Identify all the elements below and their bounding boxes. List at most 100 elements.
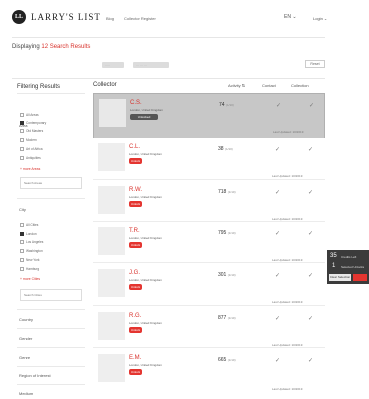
filter-section-genre[interactable]: Genre <box>19 355 30 360</box>
check-icon: ✓ <box>276 103 282 109</box>
last-updated: Last Updated: 10/2019 <box>273 130 304 134</box>
collector-name[interactable]: C.S. <box>130 100 142 106</box>
area-checkbox[interactable] <box>20 147 24 151</box>
collector-name[interactable]: E.M. <box>129 355 141 361</box>
filter-section-region[interactable]: Region of Interest <box>19 373 51 378</box>
check-icon: ✓ <box>275 190 281 196</box>
activity-unit: (1/10) <box>227 190 236 194</box>
unlock-button[interactable]: Unlock <box>129 284 142 290</box>
divider <box>17 366 85 367</box>
collector-location: London, United Kingdom <box>130 108 164 112</box>
check-icon: ✓ <box>308 190 314 196</box>
activity-header-label: Activity <box>228 83 241 88</box>
city-option[interactable]: All Cities <box>26 223 38 227</box>
check-icon: ✓ <box>308 147 314 153</box>
column-header-activity[interactable]: Activity ⇅ <box>228 83 245 88</box>
activity-unit: (1/10) <box>224 147 233 151</box>
activity-score: 718 (1/10) <box>218 189 236 195</box>
divider <box>17 328 85 329</box>
collector-location: London, United Kingdom <box>129 278 163 282</box>
activity-unit: (1/10) <box>227 273 236 277</box>
nav-blog[interactable]: Blog <box>106 16 114 21</box>
unlock-selected-button[interactable] <box>353 274 367 281</box>
activity-score: 38 (1/10) <box>218 146 233 152</box>
area-checkbox[interactable] <box>20 156 24 160</box>
active-filter-pill[interactable]: ····· <box>102 62 124 68</box>
column-header-contact: Contact <box>262 83 276 88</box>
city-checkbox[interactable] <box>20 258 24 262</box>
nav-collector-register[interactable]: Collector Register <box>124 16 156 21</box>
collector-location: London, United Kingdom <box>129 321 163 325</box>
widget-count-b-label: Selected Unlocks <box>341 265 365 269</box>
area-option[interactable]: Antiquities <box>26 156 41 160</box>
more-areas-link[interactable]: + more Areas <box>20 167 40 171</box>
city-checkbox-london[interactable] <box>20 232 24 236</box>
area-search-input[interactable] <box>20 177 82 189</box>
check-icon: ✓ <box>275 358 281 364</box>
filter-section-gender[interactable]: Gender <box>19 336 32 341</box>
top-bar: LL LARRY'S LIST Blog Collector Register … <box>0 0 369 32</box>
unlock-button[interactable]: Unlocked <box>130 114 158 120</box>
table-row[interactable]: C.S. London, United Kingdom Unlocked 74 … <box>93 93 325 143</box>
area-checkbox[interactable] <box>20 138 24 142</box>
divider <box>17 347 85 348</box>
city-option[interactable]: New York <box>26 258 39 262</box>
area-option[interactable]: Old Masters <box>26 129 43 133</box>
collector-thumbnail <box>98 354 125 382</box>
city-checkbox[interactable] <box>20 267 24 271</box>
check-icon: ✓ <box>308 316 314 322</box>
clear-selection-button[interactable]: Clear Selection <box>329 274 351 281</box>
area-option[interactable]: Modern <box>26 138 37 142</box>
city-checkbox[interactable] <box>20 240 24 244</box>
collector-name[interactable]: J.G. <box>129 270 140 276</box>
activity-value: 877 <box>218 315 227 321</box>
collector-name[interactable]: C.L. <box>129 144 140 150</box>
unlock-button[interactable]: Unlock <box>129 327 142 333</box>
collector-name[interactable]: T.R. <box>129 228 140 234</box>
city-option[interactable]: London <box>26 232 37 236</box>
content-divider <box>12 78 325 79</box>
column-header-collection: Collection <box>291 83 309 88</box>
language-select[interactable]: EN ⌄ <box>284 14 297 20</box>
collector-name[interactable]: R.W. <box>129 187 142 193</box>
city-option[interactable]: Los Angeles <box>26 240 43 244</box>
city-checkbox[interactable] <box>20 249 24 253</box>
last-updated: Last Updated: 10/2019 <box>272 300 303 304</box>
unlock-button[interactable]: Unlock <box>129 201 142 207</box>
collector-thumbnail <box>98 143 125 171</box>
activity-unit: (1/10) <box>227 231 236 235</box>
language-value: EN <box>284 14 291 20</box>
login-link[interactable]: Login ⌄ <box>313 16 327 21</box>
active-filter-pill[interactable]: ··· ··· ··· <box>133 62 169 68</box>
logo-mark[interactable]: LL <box>12 10 26 24</box>
city-option[interactable]: Washington <box>26 249 43 253</box>
area-checkbox-all[interactable] <box>20 113 24 117</box>
unlock-button[interactable]: Unlock <box>129 369 142 375</box>
logo-text[interactable]: LARRY'S LIST <box>31 12 101 22</box>
reset-button[interactable]: Reset <box>305 60 325 68</box>
collector-location: London, United Kingdom <box>129 236 163 240</box>
city-search-input[interactable] <box>20 289 82 301</box>
city-option[interactable]: Hamburg <box>26 267 39 271</box>
more-cities-link[interactable]: + more Cities <box>20 277 40 281</box>
table-row[interactable]: E.M. London, United Kingdom Unlock 665 (… <box>93 349 325 399</box>
unlock-button[interactable]: Unlock <box>129 242 142 248</box>
area-checkbox-contemporary[interactable] <box>20 121 24 125</box>
row-divider <box>93 305 325 306</box>
activity-score: 301 (1/10) <box>218 272 236 278</box>
area-option[interactable]: Contemporary <box>26 121 46 125</box>
area-option[interactable]: All Areas <box>26 113 39 117</box>
filter-section-country[interactable]: Country <box>19 317 33 322</box>
row-divider <box>93 347 325 348</box>
unlock-button[interactable]: Unlock <box>129 158 142 164</box>
area-checkbox[interactable] <box>20 129 24 133</box>
city-checkbox[interactable] <box>20 223 24 227</box>
city-heading: City <box>19 207 26 212</box>
collector-thumbnail <box>98 269 125 297</box>
widget-count-b: 1 <box>332 263 336 269</box>
filter-section-medium[interactable]: Medium <box>19 391 33 396</box>
area-option[interactable]: Art of Africa <box>26 147 42 151</box>
collector-name[interactable]: R.G. <box>129 313 141 319</box>
sort-icon: ⇅ <box>241 83 246 88</box>
login-label: Login <box>313 16 323 21</box>
